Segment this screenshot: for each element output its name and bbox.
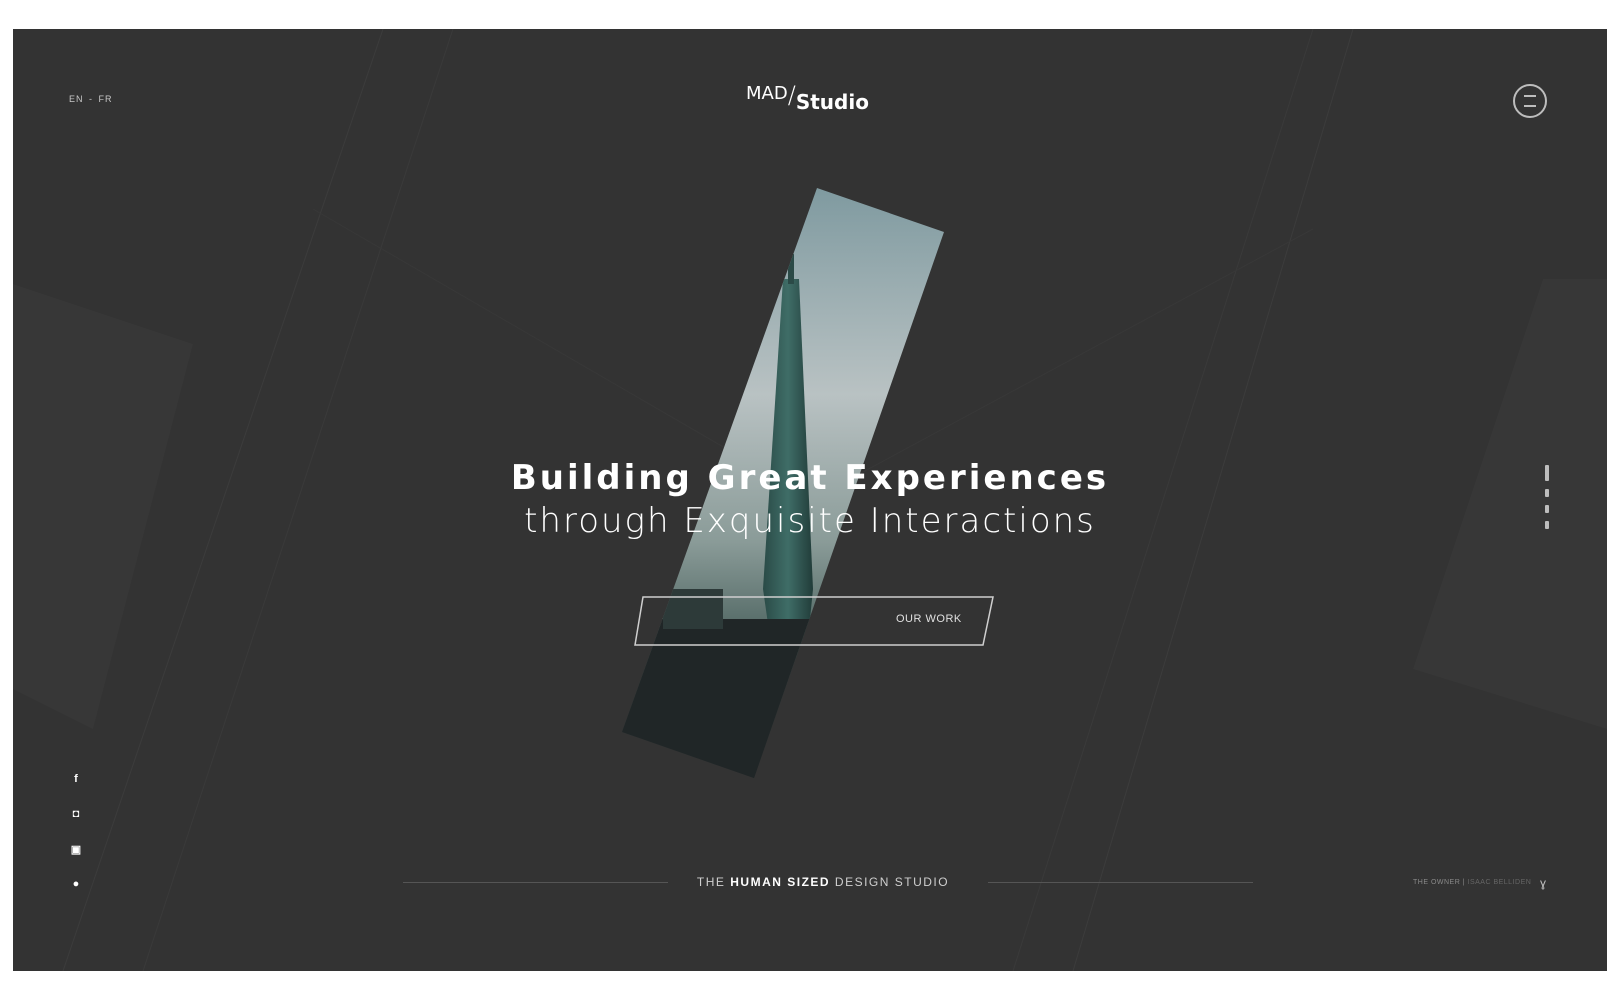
menu-circle-icon [1524, 95, 1536, 107]
language-switcher: EN - FR [69, 94, 115, 104]
menu-button[interactable] [1513, 84, 1547, 118]
logo-mad: MAD [746, 83, 788, 104]
our-work-label[interactable]: OUR WORK [896, 613, 962, 625]
facebook-icon[interactable]: f [69, 772, 83, 786]
tagline-pre: THE [696, 875, 731, 889]
linkedin-icon[interactable]: ▣ [69, 842, 83, 856]
slide-pager [1545, 465, 1549, 537]
lang-fr[interactable]: FR [99, 94, 113, 104]
logo-slash: / [787, 81, 796, 109]
hero-headline: Building Great Experiences through Exqui… [13, 457, 1607, 543]
credit-name[interactable]: ISAAC BELLIDEN [1468, 879, 1532, 886]
instagram-icon[interactable]: ◘ [69, 807, 83, 821]
credit-label: THE OWNER [1413, 879, 1461, 886]
site-logo[interactable]: MAD/Studio [746, 81, 869, 114]
tagline-bold: HUMAN SIZED [730, 875, 831, 889]
dribbble-icon[interactable]: ● [69, 877, 83, 891]
logo-studio: Studio [795, 90, 869, 114]
pager-dot[interactable] [1545, 505, 1549, 513]
lang-en[interactable]: EN [69, 94, 84, 104]
pager-dot-active[interactable] [1545, 465, 1549, 481]
headline-line2: through Exquisite Interactions [524, 501, 1096, 541]
footer-tagline: THE HUMAN SIZED DESIGN STUDIO [613, 875, 1033, 889]
lang-separator: - [89, 94, 94, 104]
pager-dot[interactable] [1545, 521, 1549, 529]
bg-line [312, 208, 814, 500]
headline-line1: Building Great Experiences [510, 458, 1110, 498]
fy-icon[interactable]: ɣ [1540, 876, 1546, 890]
tagline-post: DESIGN STUDIO [830, 875, 950, 889]
footer-credit: THE OWNER | ISAAC BELLIDEN [1413, 879, 1531, 886]
pager-dot[interactable] [1545, 489, 1549, 497]
page-frame: EN - FR MAD/Studio Building Great Experi… [13, 29, 1607, 971]
